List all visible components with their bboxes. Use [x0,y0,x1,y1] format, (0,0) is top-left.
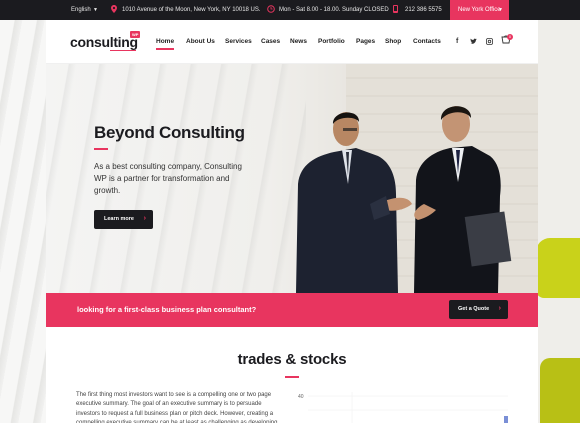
address-text: 1010 Avenue of the Moon, New York, NY 10… [122,7,261,13]
office-selector[interactable]: New York Office ▼ [450,0,509,20]
chart-bar [504,416,508,423]
hero-title-rule [94,148,108,150]
nav-portfolio[interactable]: Portfolio [318,38,345,45]
learn-more-button[interactable]: Learn more › [94,210,153,229]
nav-shop[interactable]: Shop [385,38,401,45]
main-container: consulting WP Home About Us Services Cas… [46,20,538,423]
hero-description: As a best consulting company, Consulting… [94,162,242,195]
nav-services[interactable]: Services [225,38,252,45]
language-selector[interactable]: English [71,7,91,13]
section-title: trades & stocks [237,351,347,368]
cart-count-badge: 0 [507,34,513,40]
nav-cases[interactable]: Cases [261,38,280,45]
clock-icon [267,5,275,13]
caret-down-icon: ▼ [498,7,503,13]
chevron-right-icon: › [498,305,501,312]
site-logo[interactable]: consulting [70,34,138,50]
instagram-icon[interactable] [486,38,493,45]
facebook-icon[interactable]: f [456,38,458,45]
cta-text: looking for a first-class business plan … [77,305,257,314]
business-people-image [296,106,512,293]
caret-down-icon[interactable]: ▼ [93,7,98,13]
phone-icon [393,5,398,13]
nav-pages[interactable]: Pages [356,38,375,45]
nav-home[interactable]: Home [156,38,174,45]
nav-about-us[interactable]: About Us [186,38,215,45]
chevron-right-icon: › [143,215,146,222]
get-a-quote-button[interactable]: Get a Quote › [449,300,508,319]
cta-band: looking for a first-class business plan … [46,293,538,327]
hero-banner: Beyond Consulting As a best consulting c… [46,64,538,293]
twitter-icon[interactable] [470,38,477,45]
nav-active-indicator [156,48,174,50]
top-bar: English ▼ 1010 Avenue of the Moon, New Y… [0,0,580,20]
logo-swoosh [110,50,136,51]
stock-chart: 40 [298,392,508,423]
phone-text[interactable]: 212 386 5575 [405,7,442,13]
background-chair [536,238,580,423]
learn-more-label: Learn more [104,216,134,222]
get-a-quote-label: Get a Quote [458,306,490,312]
nav-news[interactable]: News [290,38,307,45]
background-stripes [0,20,46,423]
nav-contacts[interactable]: Contacts [413,38,441,45]
hours-text: Mon - Sat 8.00 - 18.00. Sunday CLOSED [279,7,389,13]
logo-badge: WP [130,31,141,38]
section-body-text: The first thing most investors want to s… [76,392,278,423]
office-label: New York Office [458,7,501,13]
site-header: consulting WP Home About Us Services Cas… [46,20,538,64]
hero-title: Beyond Consulting [94,123,245,142]
chart-tick-label: 40 [298,394,304,400]
location-pin-icon [111,5,117,13]
section-title-rule [285,376,299,378]
